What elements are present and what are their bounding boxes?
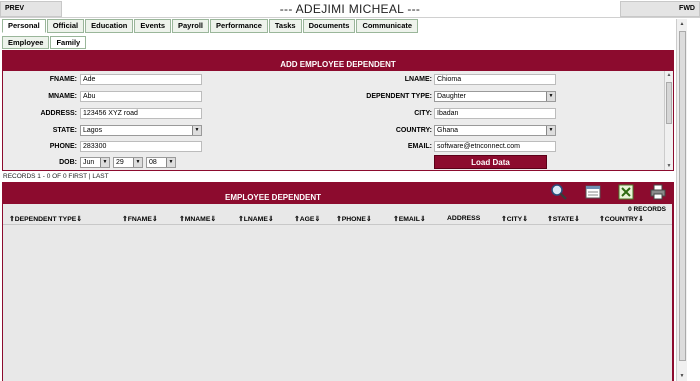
chevron-down-icon[interactable]: ▼: [166, 158, 175, 167]
chevron-down-icon[interactable]: ▼: [100, 158, 109, 167]
chevron-down-icon[interactable]: ▼: [546, 92, 555, 101]
form-scrollbar[interactable]: ▲ ▼: [664, 71, 673, 170]
scroll-up-icon[interactable]: ▲: [665, 71, 673, 79]
page-scrollbar[interactable]: ▲ ▼: [676, 19, 687, 381]
top-bar: PREV --- ADEJIMI MICHEAL --- FWD: [0, 0, 700, 18]
tab-official[interactable]: Official: [46, 19, 85, 33]
scroll-down-icon[interactable]: ▼: [665, 162, 673, 170]
scroll-down-icon[interactable]: ▼: [677, 371, 687, 381]
state-value: Lagos: [83, 127, 103, 134]
col-city[interactable]: ⇑CITY⇓: [501, 215, 528, 223]
export-icon[interactable]: [584, 183, 602, 201]
excel-icon[interactable]: [617, 183, 635, 201]
col-state[interactable]: ⇑STATE⇓: [547, 215, 580, 223]
sub-tabs: Employee Family: [2, 36, 87, 49]
dependent-type-value: Daughter: [437, 93, 466, 100]
city-label: CITY:: [414, 110, 432, 117]
chevron-down-icon[interactable]: ▼: [133, 158, 142, 167]
dob-day-select[interactable]: 29 ▼: [113, 157, 143, 168]
country-value: Ghana: [437, 127, 459, 134]
lname-label: LNAME:: [404, 76, 432, 83]
employee-name: --- ADEJIMI MICHEAL ---: [279, 2, 421, 16]
col-phone-label: PHONE: [341, 216, 366, 223]
tab-payroll[interactable]: Payroll: [172, 19, 210, 33]
tab-events[interactable]: Events: [134, 19, 171, 33]
fname-label: FNAME:: [49, 76, 77, 83]
lname-field[interactable]: Chioma: [434, 74, 556, 85]
grid-title: EMPLOYEE DEPENDENT: [224, 193, 321, 202]
col-mname[interactable]: ⇑MNAME⇓: [179, 215, 216, 223]
tab-education[interactable]: Education: [85, 19, 134, 33]
col-age[interactable]: ⇑AGE⇓: [294, 215, 320, 223]
records-pager: RECORDS 1 - 0 OF 0 FIRST | LAST: [3, 173, 109, 180]
state-select[interactable]: Lagos ▼: [80, 125, 202, 136]
country-label: COUNTRY:: [395, 127, 432, 134]
col-age-label: AGE: [299, 216, 315, 223]
email-field[interactable]: software@etnconnect.com: [434, 141, 556, 152]
dob-day-value: 29: [116, 159, 124, 166]
col-country[interactable]: ⇑COUNTRY⇓: [599, 215, 644, 223]
col-country-label: COUNTRY: [604, 216, 639, 223]
address-label: ADDRESS:: [40, 110, 77, 117]
print-icon[interactable]: [649, 183, 667, 201]
col-address[interactable]: ADDRESS: [447, 215, 480, 222]
col-lname[interactable]: ⇑LNAME⇓: [238, 215, 274, 223]
main-tabs: Personal Official Education Events Payro…: [2, 19, 419, 33]
add-dependent-form: ADD EMPLOYEE DEPENDENT FNAME: Ade MNAME:…: [2, 50, 674, 171]
col-email-label: EMAIL: [398, 216, 420, 223]
dob-year-select[interactable]: 08 ▼: [146, 157, 176, 168]
col-fname[interactable]: ⇑FNAME⇓: [122, 215, 158, 223]
tab-performance[interactable]: Performance: [210, 19, 268, 33]
dependent-type-label: DEPENDENT TYPE:: [366, 93, 432, 100]
subtab-employee[interactable]: Employee: [2, 36, 50, 49]
col-phone[interactable]: ⇑PHONE⇓: [336, 215, 372, 223]
tab-communicate[interactable]: Communicate: [356, 19, 419, 33]
mname-label: MNAME:: [48, 93, 77, 100]
scroll-up-icon[interactable]: ▲: [677, 19, 687, 29]
tab-personal[interactable]: Personal: [2, 19, 46, 33]
col-city-label: CITY: [506, 216, 523, 223]
grid-header: EMPLOYEE DEPENDENT: [3, 182, 672, 204]
col-state-label: STATE: [552, 216, 574, 223]
chevron-down-icon[interactable]: ▼: [546, 126, 555, 135]
tab-tasks[interactable]: Tasks: [268, 19, 302, 33]
load-data-button[interactable]: Load Data: [434, 155, 547, 169]
page-scroll-thumb[interactable]: [679, 31, 686, 361]
col-dependent-type-label: DEPENDENT TYPE: [14, 216, 77, 223]
subtab-family[interactable]: Family: [50, 36, 87, 49]
grid-divider: [3, 224, 672, 225]
fwd-button[interactable]: FWD: [620, 1, 700, 17]
col-lname-label: LNAME: [243, 216, 268, 223]
col-fname-label: FNAME: [127, 216, 152, 223]
phone-field[interactable]: 283300: [80, 141, 202, 152]
col-mname-label: MNAME: [184, 216, 211, 223]
form-title: ADD EMPLOYEE DEPENDENT: [3, 51, 673, 71]
col-email[interactable]: ⇑EMAIL⇓: [393, 215, 426, 223]
dependent-type-select[interactable]: Daughter ▼: [434, 91, 556, 102]
col-dependent-type[interactable]: ⇑DEPENDENT TYPE⇓: [9, 215, 82, 223]
dob-month-value: Jun: [83, 159, 95, 166]
fname-field[interactable]: Ade: [80, 74, 202, 85]
dob-year-value: 08: [149, 159, 157, 166]
city-field[interactable]: Ibadan: [434, 108, 556, 119]
chevron-down-icon[interactable]: ▼: [192, 126, 201, 135]
email-label: EMAIL:: [407, 143, 432, 150]
search-icon[interactable]: [550, 183, 568, 201]
country-select[interactable]: Ghana ▼: [434, 125, 556, 136]
dob-label: DOB:: [59, 159, 77, 166]
dependent-grid: EMPLOYEE DEPENDENT 0 RECORDS ⇑DEPENDENT …: [2, 182, 674, 381]
address-field[interactable]: 123456 XYZ road: [80, 108, 202, 119]
phone-label: PHONE:: [49, 143, 77, 150]
dob-month-select[interactable]: Jun ▼: [80, 157, 110, 168]
form-scroll-thumb[interactable]: [666, 82, 672, 124]
record-count: 0 RECORDS: [628, 206, 666, 213]
state-label: STATE:: [52, 127, 77, 134]
tab-documents[interactable]: Documents: [302, 19, 356, 33]
mname-field[interactable]: Abu: [80, 91, 202, 102]
